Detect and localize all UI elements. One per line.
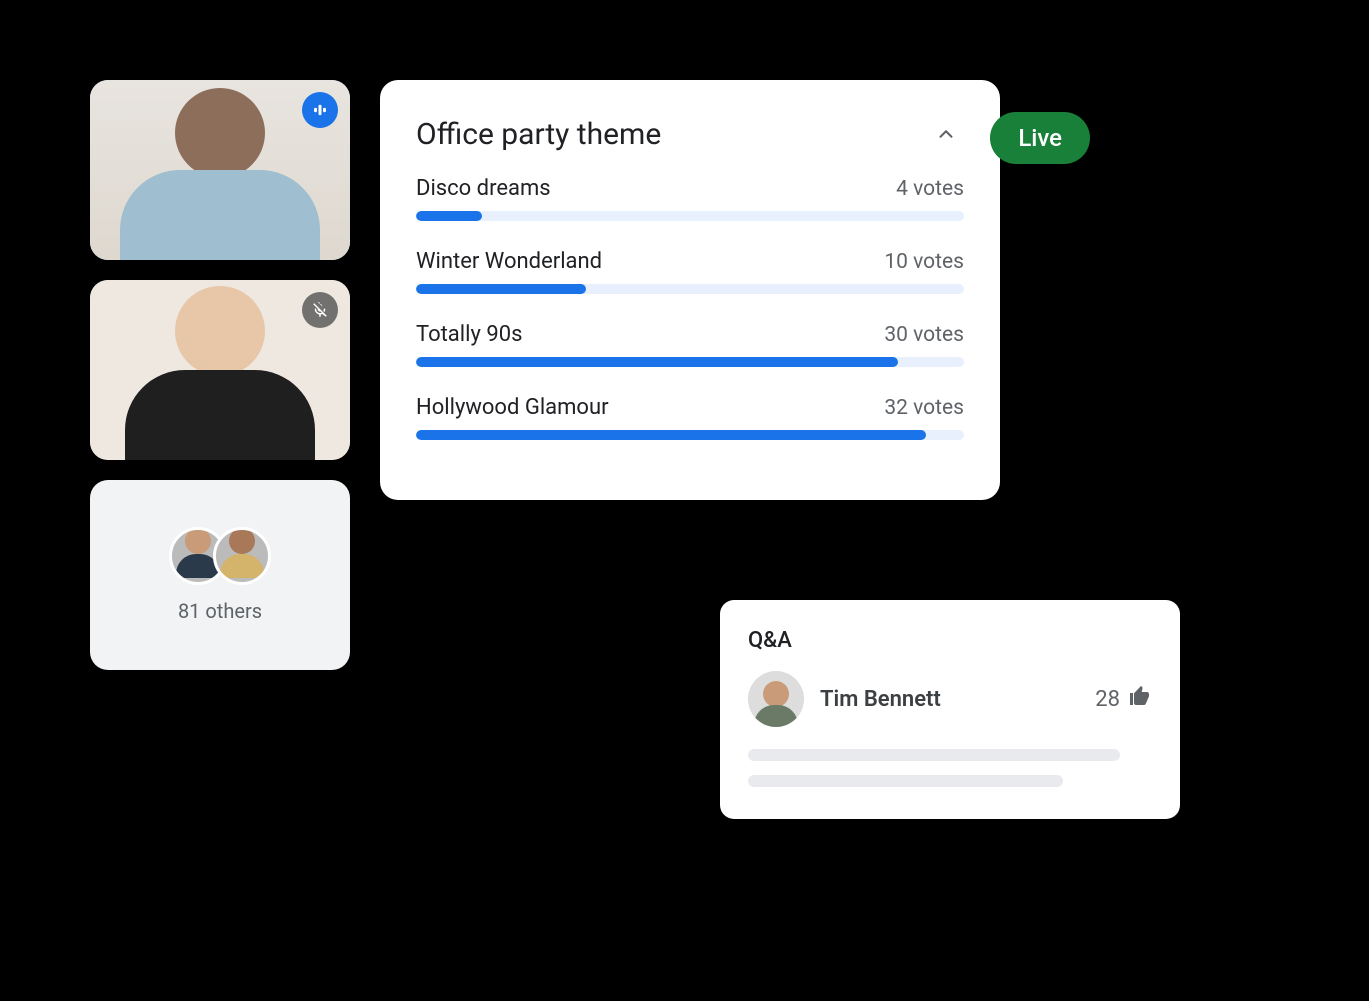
chevron-up-icon[interactable] <box>928 116 964 152</box>
qa-text-skeleton <box>748 775 1063 787</box>
poll-option-bar <box>416 430 964 440</box>
poll-option[interactable]: Winter Wonderland 10 votes <box>416 249 964 294</box>
thumb-up-icon <box>1128 684 1152 714</box>
live-badge: Live <box>990 112 1090 164</box>
poll-option-label: Totally 90s <box>416 322 522 347</box>
qa-card: Q&A Tim Bennett 28 <box>720 600 1180 819</box>
others-tile[interactable]: 81 others <box>90 480 350 670</box>
poll-option[interactable]: Disco dreams 4 votes <box>416 176 964 221</box>
others-avatar-stack <box>169 527 271 585</box>
qa-author-name: Tim Bennett <box>820 687 1079 712</box>
poll-option-label: Hollywood Glamour <box>416 395 609 420</box>
poll-option[interactable]: Hollywood Glamour 32 votes <box>416 395 964 440</box>
poll-title: Office party theme <box>416 117 661 152</box>
participant-tile-column: 81 others <box>90 80 350 670</box>
poll-option-label: Disco dreams <box>416 176 551 201</box>
poll-option-bar <box>416 284 964 294</box>
mic-off-icon <box>302 292 338 328</box>
poll-option-votes: 4 votes <box>896 177 964 201</box>
upvote-button[interactable]: 28 <box>1095 684 1152 714</box>
others-count-label: 81 others <box>178 599 262 623</box>
poll-panel: Live Office party theme Disco dreams 4 v… <box>380 80 1000 500</box>
poll-option-label: Winter Wonderland <box>416 249 602 274</box>
participant-tile-muted[interactable] <box>90 280 350 460</box>
avatar <box>748 671 804 727</box>
qa-title: Q&A <box>748 628 1152 653</box>
qa-text-skeleton <box>748 749 1120 761</box>
upvote-count: 28 <box>1095 687 1120 712</box>
poll-option-votes: 32 votes <box>884 396 964 420</box>
poll-option-votes: 10 votes <box>884 250 964 274</box>
qa-entry[interactable]: Tim Bennett 28 <box>748 671 1152 727</box>
poll-option-bar <box>416 357 964 367</box>
poll-option[interactable]: Totally 90s 30 votes <box>416 322 964 367</box>
poll-option-bar <box>416 211 964 221</box>
speaking-bars-icon <box>302 92 338 128</box>
participant-tile-speaking[interactable] <box>90 80 350 260</box>
poll-option-votes: 30 votes <box>884 323 964 347</box>
